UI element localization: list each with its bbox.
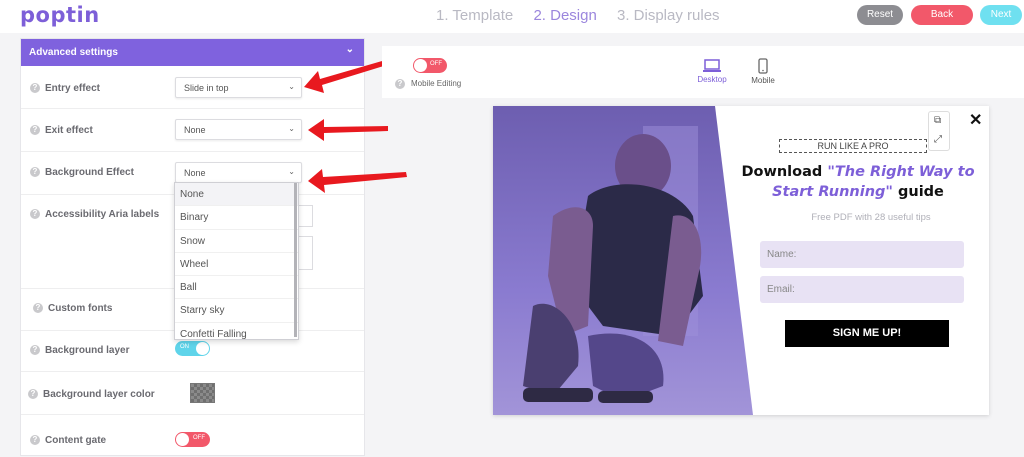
content-gate-label: Content gate xyxy=(45,435,107,446)
mobile-label: Mobile xyxy=(751,76,775,85)
background-effect-dropdown: None Binary Snow Wheel Ball Starry sky C… xyxy=(174,182,299,340)
dropdown-option[interactable]: Binary xyxy=(175,206,298,230)
background-effect-select[interactable]: None ⌄ xyxy=(175,162,302,183)
runner-photo xyxy=(493,106,753,415)
dropdown-option[interactable]: Ball xyxy=(175,276,298,300)
step-design[interactable]: 2. Design xyxy=(533,7,596,24)
exit-effect-label: Exit effect xyxy=(45,125,93,136)
toggle-state: OFF xyxy=(430,61,442,67)
aria-description-textarea[interactable] xyxy=(297,236,313,270)
exit-effect-select[interactable]: None ⌄ xyxy=(175,119,302,140)
background-effect-value: None xyxy=(184,168,206,178)
help-icon[interactable]: ? xyxy=(395,79,405,89)
desktop-view-button[interactable]: Desktop xyxy=(694,59,730,84)
mobile-editing-toggle[interactable]: OFF xyxy=(413,58,447,73)
help-icon[interactable]: ? xyxy=(30,345,40,355)
background-layer-color-label: Background layer color xyxy=(43,389,155,400)
toggle-knob xyxy=(414,59,427,72)
panel-title: Advanced settings xyxy=(29,47,118,58)
email-field[interactable]: Email: xyxy=(760,276,964,303)
dropdown-scrollbar[interactable] xyxy=(294,183,297,337)
reset-button[interactable]: Reset xyxy=(857,5,903,25)
custom-fonts-label: Custom fonts xyxy=(48,303,113,314)
close-icon[interactable]: ✕ xyxy=(969,110,982,130)
back-button[interactable]: Back xyxy=(911,5,973,25)
mobile-editing-label: Mobile Editing xyxy=(411,79,462,88)
element-tools: ⧉ ⤢ xyxy=(928,111,950,151)
popup-subtitle[interactable]: Free PDF with 28 useful tips xyxy=(761,212,981,223)
next-button[interactable]: Next xyxy=(980,5,1022,25)
duplicate-icon[interactable]: ⧉ xyxy=(934,115,941,126)
mobile-icon xyxy=(758,58,768,74)
chevron-down-icon: ⌄ xyxy=(288,124,295,133)
step-display-rules[interactable]: 3. Display rules xyxy=(617,7,720,24)
poptin-logo[interactable]: poptin xyxy=(20,3,100,27)
popup-eyebrow[interactable]: RUN LIKE A PRO xyxy=(779,139,927,153)
toggle-knob xyxy=(176,433,189,446)
exit-effect-value: None xyxy=(184,125,206,135)
dropdown-option[interactable]: Confetti Falling xyxy=(175,323,298,339)
help-icon[interactable]: ? xyxy=(30,83,40,93)
content-gate-toggle[interactable]: OFF xyxy=(175,432,210,447)
step-template[interactable]: 1. Template xyxy=(436,7,513,24)
background-layer-label: Background layer xyxy=(45,345,130,356)
headline-pre: Download xyxy=(741,164,828,180)
toggle-knob xyxy=(196,342,209,355)
accessibility-label: Accessibility Aria labels xyxy=(45,209,160,220)
headline-post: guide xyxy=(892,184,944,200)
entry-effect-select[interactable]: Slide in top ⌄ xyxy=(175,77,302,98)
help-icon[interactable]: ? xyxy=(30,435,40,445)
dropdown-option[interactable]: Starry sky xyxy=(175,299,298,323)
toggle-state: OFF xyxy=(193,435,205,441)
background-effect-label: Background Effect xyxy=(45,167,134,178)
help-icon[interactable]: ? xyxy=(30,209,40,219)
wizard-steps: 1. Template 2. Design 3. Display rules xyxy=(436,7,736,24)
mobile-view-button[interactable]: Mobile xyxy=(746,58,780,85)
help-icon[interactable]: ? xyxy=(28,389,38,399)
dropdown-option[interactable]: Wheel xyxy=(175,253,298,277)
name-field[interactable]: Name: xyxy=(760,241,964,268)
entry-effect-label: Entry effect xyxy=(45,83,101,94)
content-gate-row: ? Content gate OFF xyxy=(21,415,364,457)
signup-button[interactable]: SIGN ME UP! xyxy=(785,320,949,347)
chevron-down-icon: ⌄ xyxy=(288,82,295,91)
dropdown-option[interactable]: Snow xyxy=(175,230,298,253)
entry-effect-value: Slide in top xyxy=(184,83,229,93)
help-icon[interactable]: ? xyxy=(33,303,43,313)
red-arrow-icon xyxy=(308,169,407,193)
help-icon[interactable]: ? xyxy=(30,167,40,177)
red-arrow-icon xyxy=(308,119,388,141)
background-layer-toggle[interactable]: ON xyxy=(175,341,210,356)
popup-headline[interactable]: Download "The Right Way to Start Running… xyxy=(733,162,983,202)
help-icon[interactable]: ? xyxy=(30,125,40,135)
dropdown-option[interactable]: None xyxy=(175,183,298,207)
desktop-icon xyxy=(703,59,721,72)
aria-label-input[interactable] xyxy=(297,205,313,227)
toggle-state: ON xyxy=(180,344,189,350)
resize-icon[interactable]: ⤢ xyxy=(934,134,942,145)
top-bar: poptin 1. Template 2. Design 3. Display … xyxy=(0,0,1024,33)
popup-preview: ⧉ ⤢ ✕ RUN LIKE A PRO Download "The Right… xyxy=(493,106,989,415)
background-layer-color-swatch[interactable] xyxy=(190,383,215,403)
chevron-down-icon: ⌄ xyxy=(288,167,295,176)
chevron-down-icon[interactable]: ⌄ xyxy=(346,44,354,55)
desktop-label: Desktop xyxy=(697,75,727,84)
